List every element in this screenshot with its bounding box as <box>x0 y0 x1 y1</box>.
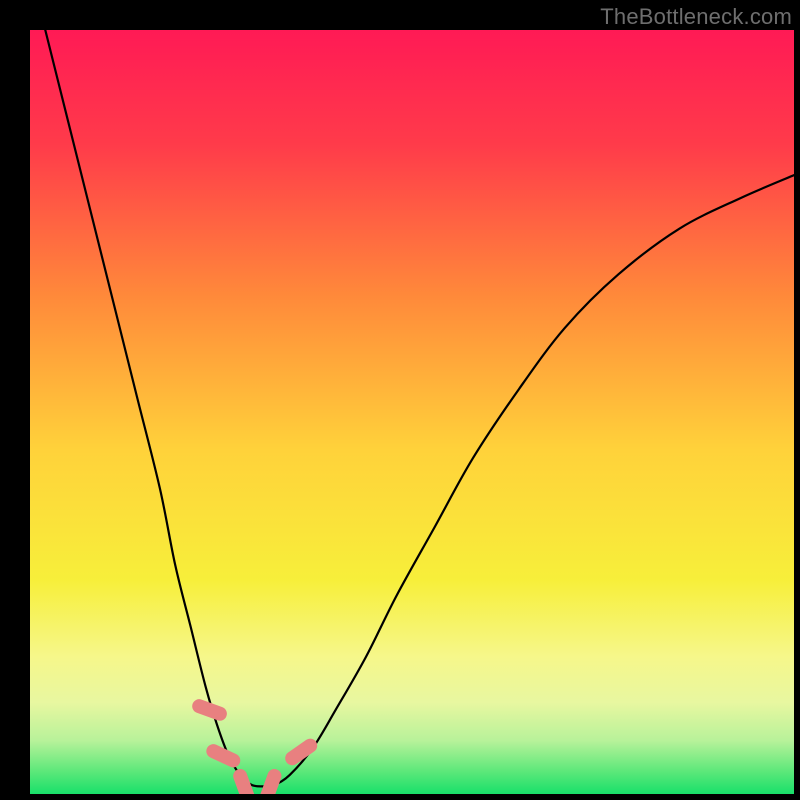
chart-background <box>30 30 794 794</box>
chart-frame: TheBottleneck.com <box>0 0 800 800</box>
chart-plot-area <box>30 30 794 794</box>
watermark-label: TheBottleneck.com <box>600 4 792 30</box>
chart-svg <box>30 30 794 794</box>
